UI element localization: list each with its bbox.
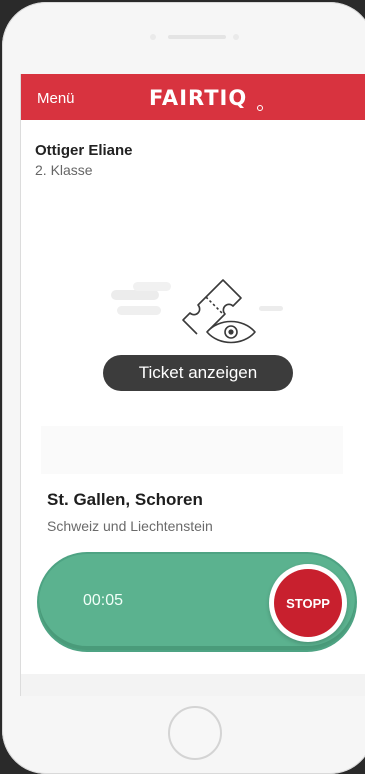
phone-sensor — [150, 34, 156, 40]
phone-earpiece — [168, 35, 226, 39]
journey-timer-panel: 00:05 STOPP — [39, 554, 355, 650]
elapsed-time: 00:05 — [83, 592, 124, 609]
home-button[interactable] — [168, 706, 222, 760]
stop-button-ring: STOPP — [269, 564, 347, 642]
brand-logo: FAIRTIQ — [149, 86, 248, 110]
main-content: Ottiger Eliane 2. Klasse Ticket anzeigen… — [21, 120, 365, 674]
logo-mark-icon — [257, 105, 263, 111]
content-divider — [41, 426, 343, 474]
app-header: Menü FAIRTIQ — [21, 74, 365, 120]
phone-camera — [233, 34, 239, 40]
stop-button[interactable]: STOPP — [274, 569, 342, 637]
phone-frame: Menü FAIRTIQ Ottiger Eliane 2. Klasse Ti… — [2, 2, 365, 774]
show-ticket-button[interactable]: Ticket anzeigen — [103, 355, 293, 391]
passenger-name: Ottiger Eliane — [35, 142, 133, 159]
app-screen: Menü FAIRTIQ Ottiger Eliane 2. Klasse Ti… — [20, 74, 365, 696]
travel-class: 2. Klasse — [35, 162, 93, 178]
station-region: Schweiz und Liechtenstein — [47, 518, 213, 534]
current-station: St. Gallen, Schoren — [47, 490, 203, 509]
menu-button[interactable]: Menü — [37, 90, 75, 107]
ticket-eye-icon — [111, 279, 283, 344]
